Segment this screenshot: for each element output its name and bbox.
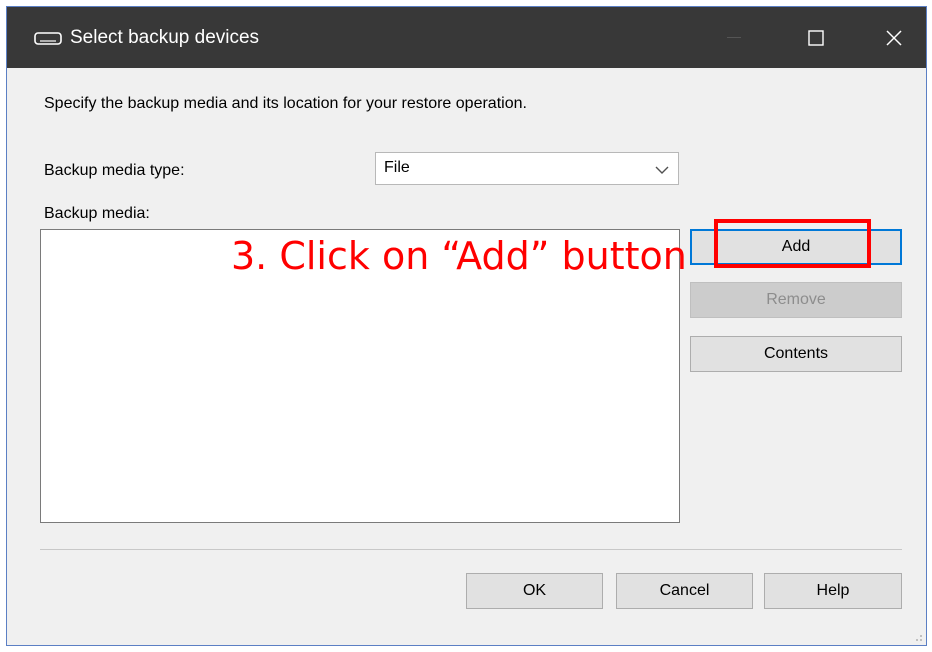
maximize-icon — [808, 29, 824, 46]
tutorial-annotation: 3. Click on “Add” button — [231, 234, 687, 278]
resize-grip-icon[interactable] — [913, 632, 923, 642]
contents-button[interactable]: Contents — [690, 336, 902, 372]
dialog-window: Select backup devices Specify the backup… — [6, 6, 927, 646]
title-bar[interactable]: Select backup devices — [7, 7, 926, 68]
remove-button[interactable]: Remove — [690, 282, 902, 318]
footer-divider — [40, 549, 902, 550]
media-type-label: Backup media type: — [44, 162, 185, 179]
window-title: Select backup devices — [70, 27, 260, 48]
media-list-label: Backup media: — [44, 205, 150, 222]
cancel-button[interactable]: Cancel — [616, 573, 753, 609]
close-button[interactable] — [864, 7, 924, 68]
dialog-description: Specify the backup media and its locatio… — [44, 95, 527, 112]
ok-button[interactable]: OK — [466, 573, 603, 609]
close-icon — [886, 29, 902, 46]
media-type-select[interactable]: File — [375, 152, 679, 185]
minimize-button[interactable] — [704, 7, 764, 68]
minimize-icon — [727, 36, 741, 38]
maximize-button[interactable] — [786, 7, 846, 68]
tape-drive-icon — [34, 31, 62, 47]
media-type-value: File — [384, 159, 410, 176]
chevron-down-icon — [655, 166, 669, 174]
add-button-highlight-box — [714, 219, 871, 268]
help-button[interactable]: Help — [764, 573, 902, 609]
